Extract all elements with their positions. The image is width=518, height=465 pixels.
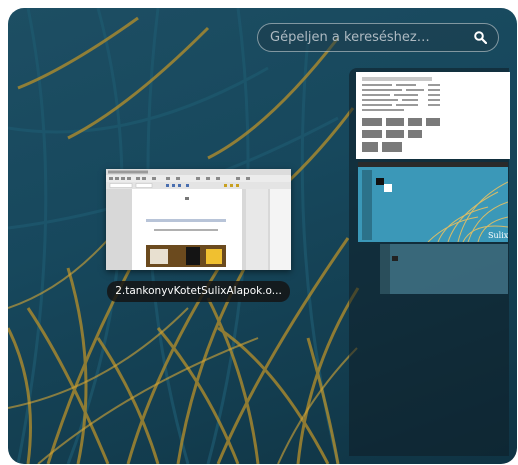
window-title-label: 2.tankonyvKotetSulixAlapok.o... (107, 281, 290, 302)
workspace-thumbnail-3[interactable] (380, 244, 508, 294)
desktop-preview: Sulix (358, 162, 508, 242)
search-input[interactable]: Gépeljen a kereséshez… (270, 30, 472, 45)
empty-workspace-preview (380, 244, 508, 294)
workspace-thumbnail-2[interactable]: Sulix (358, 162, 508, 242)
window-thumbnail[interactable] (106, 169, 291, 270)
search-icon (472, 30, 488, 46)
spreadsheet-preview (358, 74, 508, 157)
search-entry[interactable]: Gépeljen a kereséshez… (257, 23, 499, 52)
workspace-thumbnail-1[interactable] (356, 72, 510, 159)
sulix-logo: Sulix (488, 231, 508, 240)
document-preview (106, 169, 291, 270)
